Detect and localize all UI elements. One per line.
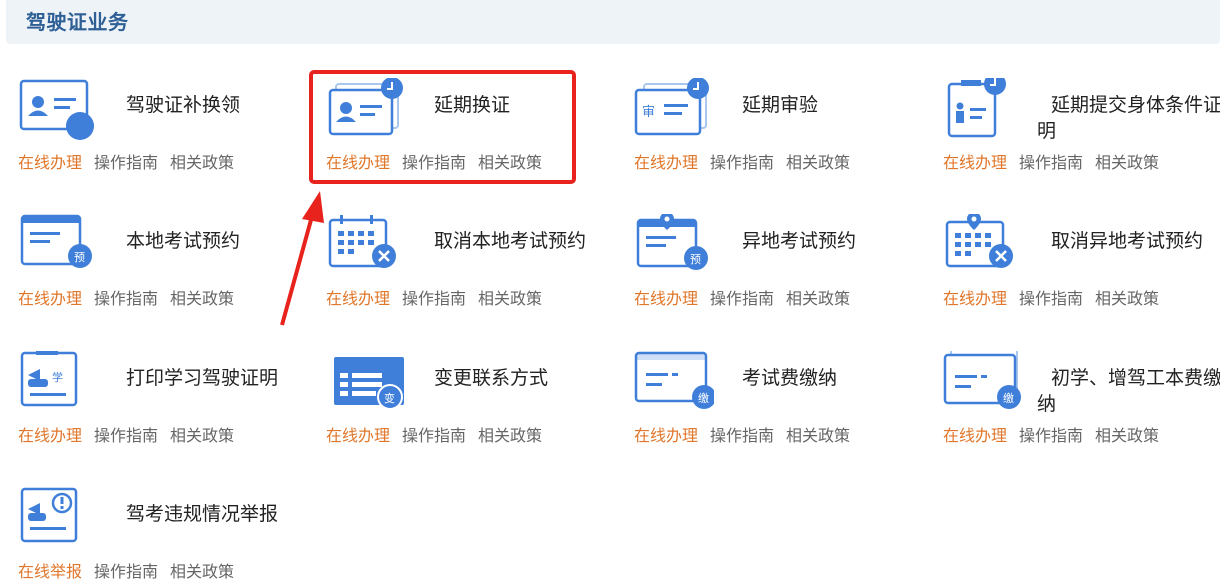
service-card-learner-print[interactable]: 学 打印学习驾驶证明 在线办理 操作指南 相关政策 (18, 349, 318, 471)
service-links: 在线办理 操作指南 相关政策 (326, 285, 554, 309)
service-card-violation-report[interactable]: 驾考违规情况举报 在线举报 操作指南 相关政策 (18, 487, 318, 588)
service-links: 在线办理 操作指南 相关政策 (943, 285, 1171, 309)
section-title: 驾驶证业务 (26, 10, 129, 34)
service-card-review-extend[interactable]: 审 延期审验 在线办理 操作指南 相关政策 (634, 77, 934, 198)
guide-link[interactable]: 操作指南 (94, 562, 158, 581)
service-links: 在线办理 操作指南 相关政策 (634, 285, 862, 309)
service-title: 异地考试预约 (742, 230, 857, 252)
guide-link[interactable]: 操作指南 (94, 153, 158, 172)
service-title: 取消异地考试预约 (1051, 230, 1204, 252)
guide-link[interactable]: 操作指南 (94, 289, 158, 308)
guide-link[interactable]: 操作指南 (1019, 426, 1083, 445)
online-handle-link[interactable]: 在线办理 (634, 153, 698, 172)
policy-link[interactable]: 相关政策 (786, 289, 850, 308)
remote-calendar-cancel-icon[interactable] (943, 212, 1023, 280)
fee-payment-icon[interactable]: 缴 (943, 348, 1023, 417)
service-card-license-replace[interactable]: 驾驶证补换领 在线办理 操作指南 相关政策 (18, 78, 318, 198)
online-handle-link[interactable]: 在线办理 (18, 289, 82, 308)
guide-link[interactable]: 操作指南 (1019, 153, 1083, 172)
policy-link[interactable]: 相关政策 (786, 153, 850, 172)
svg-text:预: 预 (690, 253, 701, 266)
svg-text:学: 学 (52, 370, 63, 384)
guide-link[interactable]: 操作指南 (1019, 289, 1083, 308)
service-title: 打印学习驾驶证明 (126, 367, 279, 389)
svg-text:缴: 缴 (1003, 391, 1014, 405)
online-handle-link[interactable]: 在线办理 (943, 289, 1007, 308)
service-card-fee-payment[interactable]: 缴 初学、增驾工本费缴纳 在线办理 操作指南 相关政策 (943, 348, 1220, 471)
online-handle-link[interactable]: 在线办理 (326, 426, 390, 445)
remote-booking-icon[interactable]: 预 (634, 212, 714, 280)
service-title: 初学、增驾工本费缴纳 (1037, 367, 1220, 415)
service-card-health-cert-extend[interactable]: 延期提交身体条件证明 在线办理 操作指南 相关政策 (943, 73, 1220, 198)
violation-report-icon[interactable] (18, 487, 98, 553)
guide-link[interactable]: 操作指南 (710, 153, 774, 172)
policy-link[interactable]: 相关政策 (478, 426, 542, 445)
policy-link[interactable]: 相关政策 (170, 153, 234, 172)
policy-link[interactable]: 相关政策 (1095, 426, 1159, 445)
guide-link[interactable]: 操作指南 (710, 426, 774, 445)
online-handle-link[interactable]: 在线办理 (634, 426, 698, 445)
online-report-link[interactable]: 在线举报 (18, 562, 82, 581)
svg-text:预: 预 (74, 251, 85, 264)
service-card-contact-change[interactable]: 变 变更联系方式 在线办理 操作指南 相关政策 (326, 351, 626, 471)
online-handle-link[interactable]: 在线办理 (18, 426, 82, 445)
online-handle-link[interactable]: 在线办理 (18, 153, 82, 172)
svg-text:缴: 缴 (698, 391, 709, 405)
online-handle-link[interactable]: 在线办理 (943, 153, 1007, 172)
service-links: 在线办理 操作指南 相关政策 (943, 422, 1171, 446)
service-card-exam-fee[interactable]: 缴 考试费缴纳 在线办理 操作指南 相关政策 (634, 351, 934, 471)
service-card-remote-booking[interactable]: 预 异地考试预约 在线办理 操作指南 相关政策 (634, 212, 934, 334)
service-card-cancel-remote-booking[interactable]: 取消异地考试预约 在线办理 操作指南 相关政策 (943, 212, 1220, 334)
policy-link[interactable]: 相关政策 (786, 426, 850, 445)
policy-link[interactable]: 相关政策 (478, 289, 542, 308)
service-links: 在线办理 操作指南 相关政策 (18, 285, 246, 309)
contact-change-icon[interactable]: 变 (326, 351, 406, 417)
svg-text:变: 变 (384, 391, 395, 405)
guide-link[interactable]: 操作指南 (94, 426, 158, 445)
highlight-box (309, 70, 576, 184)
policy-link[interactable]: 相关政策 (170, 426, 234, 445)
service-title: 考试费缴纳 (742, 367, 838, 389)
service-title: 延期审验 (742, 94, 819, 116)
policy-link[interactable]: 相关政策 (170, 289, 234, 308)
service-card-cancel-local-booking[interactable]: 取消本地考试预约 在线办理 操作指南 相关政策 (326, 214, 626, 334)
service-title: 延期提交身体条件证明 (1037, 94, 1220, 142)
guide-link[interactable]: 操作指南 (402, 426, 466, 445)
guide-link[interactable]: 操作指南 (402, 289, 466, 308)
service-links: 在线办理 操作指南 相关政策 (326, 422, 554, 446)
section-header: 驾驶证业务 (6, 0, 1220, 44)
online-handle-link[interactable]: 在线办理 (634, 289, 698, 308)
guide-link[interactable]: 操作指南 (710, 289, 774, 308)
svg-text:审: 审 (642, 105, 655, 120)
service-links: 在线办理 操作指南 相关政策 (18, 149, 246, 173)
policy-link[interactable]: 相关政策 (170, 562, 234, 581)
service-title: 驾考违规情况举报 (126, 503, 279, 525)
service-title: 变更联系方式 (434, 367, 549, 389)
policy-link[interactable]: 相关政策 (1095, 153, 1159, 172)
service-title: 驾驶证补换领 (126, 94, 241, 116)
service-links: 在线办理 操作指南 相关政策 (634, 149, 862, 173)
service-title: 取消本地考试预约 (434, 230, 587, 252)
policy-link[interactable]: 相关政策 (1095, 289, 1159, 308)
service-links: 在线办理 操作指南 相关政策 (18, 422, 246, 446)
service-links: 在线举报 操作指南 相关政策 (18, 558, 246, 582)
online-handle-link[interactable]: 在线办理 (943, 426, 1007, 445)
service-links: 在线办理 操作指南 相关政策 (634, 422, 862, 446)
learner-print-icon[interactable]: 学 (18, 349, 98, 417)
exam-fee-icon[interactable]: 缴 (634, 351, 716, 417)
service-links: 在线办理 操作指南 相关政策 (943, 149, 1171, 173)
review-clock-icon[interactable]: 审 (634, 77, 714, 144)
license-card-icon[interactable] (18, 78, 98, 144)
annotation-arrow-icon (280, 191, 324, 326)
health-cert-clock-icon[interactable] (943, 73, 1023, 144)
local-booking-icon[interactable]: 预 (18, 214, 98, 280)
